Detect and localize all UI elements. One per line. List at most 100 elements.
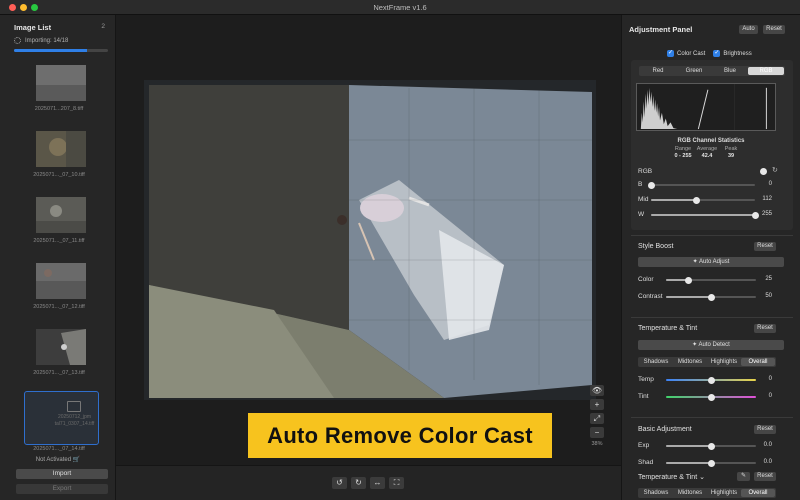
import-progress-bar xyxy=(14,49,108,52)
image-count: 2 xyxy=(101,23,105,30)
tab-shadows[interactable]: Shadows xyxy=(639,489,673,497)
slider-fill xyxy=(666,445,711,447)
rotate-right-icon[interactable]: ↻ xyxy=(351,477,366,489)
tab-overall[interactable]: Overall xyxy=(741,358,775,366)
flip-horizontal-icon[interactable]: ↔ xyxy=(370,477,385,489)
channel-blue-tab[interactable]: Blue xyxy=(712,67,748,75)
thumbnail-item[interactable]: 2025071..._07_13.tiff xyxy=(12,325,106,391)
color-cast-checkbox[interactable]: ✓ Color Cast xyxy=(667,50,705,57)
fit-screen-icon[interactable]: ⤢ xyxy=(590,413,604,424)
reset-all-button[interactable]: Reset xyxy=(763,25,785,34)
slider-knob[interactable] xyxy=(707,293,715,301)
brightness-checkbox[interactable]: ✓ Brightness xyxy=(713,50,752,57)
stat-range-value: 0 - 255 xyxy=(674,153,692,159)
tab-midtones[interactable]: Midtones xyxy=(673,358,707,366)
basic-reset-button[interactable]: Reset xyxy=(754,425,776,434)
channel-green-tab[interactable]: Green xyxy=(676,67,712,75)
midtone-slider[interactable] xyxy=(651,196,755,204)
export-button[interactable]: Export xyxy=(16,484,108,494)
contrast-slider[interactable] xyxy=(666,293,756,301)
temp-tint-reset-button[interactable]: Reset xyxy=(754,324,776,333)
slider-knob[interactable] xyxy=(693,196,701,204)
refresh-icon[interactable]: ↻ xyxy=(772,166,778,174)
auto-detect-label: Auto Detect xyxy=(698,342,730,348)
tab-midtones[interactable]: Midtones xyxy=(673,489,707,497)
slider-knob[interactable] xyxy=(707,376,715,384)
exposure-slider[interactable] xyxy=(666,442,756,450)
thumbnail-label: 2025071..._07_13.tiff xyxy=(33,370,85,376)
channel-red-tab[interactable]: Red xyxy=(640,67,676,75)
auto-adjust-button[interactable]: ✦ Auto Adjust xyxy=(638,257,784,267)
import-status-text: Importing: 14/18 xyxy=(25,37,69,44)
stat-average-value: 42.4 xyxy=(701,153,713,159)
import-button[interactable]: Import xyxy=(16,469,108,479)
stat-average: Average 42.4 xyxy=(694,146,720,159)
stat-peak-label: Peak xyxy=(724,146,738,152)
basic-temp-tint-reset-button[interactable]: Reset xyxy=(754,472,776,481)
eyedropper-icon[interactable]: ✎ xyxy=(737,472,750,481)
slider-knob[interactable] xyxy=(647,181,655,189)
tab-highlights[interactable]: Highlights xyxy=(707,489,741,497)
divider xyxy=(631,417,793,418)
style-boost-reset-button[interactable]: Reset xyxy=(754,242,776,251)
white-point-value: 255 xyxy=(761,211,772,217)
adjustment-panel: Adjustment Panel Auto Reset ✓ Color Cast… xyxy=(621,15,800,500)
midtone-label: Mid xyxy=(638,196,649,203)
magic-wand-icon: ✦ xyxy=(692,342,698,348)
color-slider[interactable] xyxy=(666,276,756,284)
bottom-toolbar: ↺ ↻ ↔ ⛶ xyxy=(116,465,621,500)
tint-slider[interactable] xyxy=(666,393,756,401)
thumbnail-label: 2025071..._07_11.tiff xyxy=(33,238,85,244)
thumbnail-item[interactable]: 2025071..._07_11.tiff xyxy=(12,193,106,259)
import-progress-fill xyxy=(14,49,88,52)
slider-knob[interactable] xyxy=(685,276,692,284)
slider-knob[interactable] xyxy=(707,442,715,450)
eye-icon[interactable]: 👁 xyxy=(590,385,604,396)
image-list-sidebar: Image List 2 Importing: 14/18 2025071...… xyxy=(0,15,116,500)
divider xyxy=(631,235,793,236)
basic-temp-tint-title[interactable]: Temperature & Tint ⌄ xyxy=(638,473,705,481)
thumbnail-item-selected[interactable]: 20250712_jpm tal71_0307_14.tiff 2025071.… xyxy=(12,391,106,457)
auto-detect-button[interactable]: ✦ Auto Detect xyxy=(638,340,784,350)
image-placeholder-icon xyxy=(67,401,81,412)
tab-overall[interactable]: Overall xyxy=(741,489,775,497)
thumbnail-label: 2025071..._07_12.tiff xyxy=(33,304,85,310)
crop-icon[interactable]: ⛶ xyxy=(389,477,404,489)
thumbnail-image xyxy=(36,197,86,233)
zoom-out-button[interactable]: − xyxy=(590,427,604,438)
black-point-slider[interactable] xyxy=(647,181,755,189)
slider-knob[interactable] xyxy=(707,459,715,467)
zoom-in-button[interactable]: + xyxy=(590,399,604,410)
zoom-controls: 👁 + ⤢ − 38% xyxy=(588,385,606,447)
thumbnail-item[interactable]: 2025071..._07_12.tiff xyxy=(12,259,106,325)
auto-button[interactable]: Auto xyxy=(739,25,758,34)
tone-range-selector[interactable]: Shadows Midtones Highlights Overall xyxy=(638,357,776,367)
basic-tone-range-selector[interactable]: Shadows Midtones Highlights Overall xyxy=(638,488,776,498)
color-dot-icon[interactable] xyxy=(760,168,767,175)
thumbnail-item[interactable]: 2025071...207_8.tiff xyxy=(12,61,106,127)
slider-fill xyxy=(651,214,755,216)
activation-status[interactable]: Not Activated 🛒 xyxy=(0,456,116,463)
color-cast-label: Color Cast xyxy=(677,50,706,57)
tab-shadows[interactable]: Shadows xyxy=(639,358,673,366)
white-point-label: W xyxy=(638,211,645,218)
style-boost-title: Style Boost xyxy=(638,243,674,250)
checkmark-icon: ✓ xyxy=(667,50,674,57)
contrast-label: Contrast xyxy=(638,293,663,300)
auto-adjust-label: Auto Adjust xyxy=(699,259,730,265)
shadows-slider[interactable] xyxy=(666,459,756,467)
image-canvas[interactable]: Auto Remove Color Cast 👁 + ⤢ − 38% xyxy=(116,15,621,465)
thumbnail-item[interactable]: 2025071..._07_10.tiff xyxy=(12,127,106,193)
thumbnail-list: 2025071...207_8.tiff 2025071..._07_10.ti… xyxy=(12,61,106,457)
channel-rgb-tab[interactable]: RGB xyxy=(748,67,784,75)
rotate-left-icon[interactable]: ↺ xyxy=(332,477,347,489)
channel-selector[interactable]: Red Green Blue RGB xyxy=(639,66,785,76)
adjustment-panel-title: Adjustment Panel xyxy=(629,25,693,34)
stat-range-label: Range xyxy=(674,146,692,152)
slider-knob[interactable] xyxy=(707,393,715,401)
image-list-title: Image List xyxy=(14,23,52,32)
divider xyxy=(631,317,793,318)
temp-slider[interactable] xyxy=(666,376,756,384)
white-point-slider[interactable] xyxy=(651,211,759,219)
tab-highlights[interactable]: Highlights xyxy=(707,358,741,366)
